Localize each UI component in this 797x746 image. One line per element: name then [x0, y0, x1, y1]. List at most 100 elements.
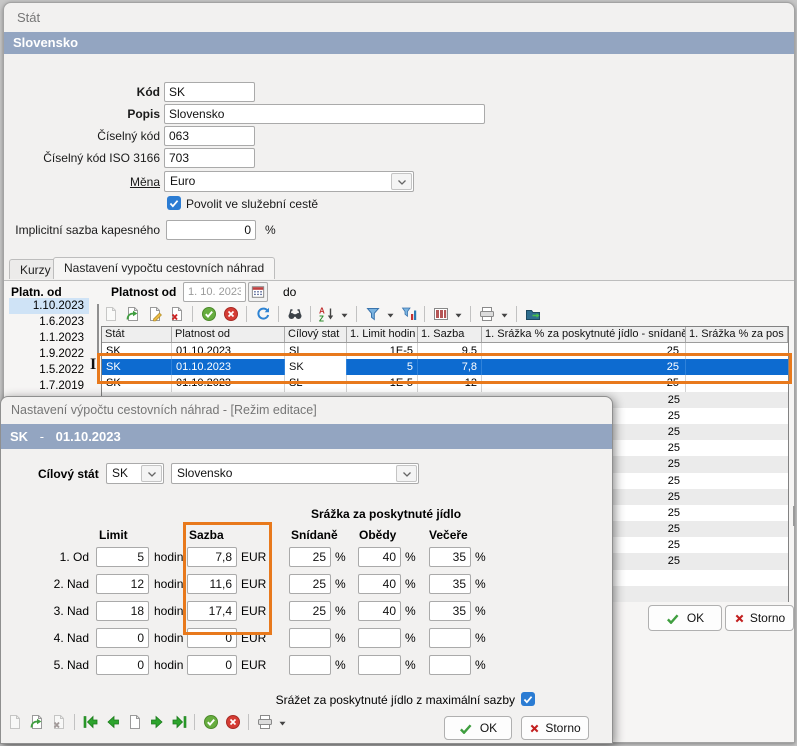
sazba-input[interactable] [187, 574, 237, 594]
search-binoculars-icon[interactable] [285, 305, 304, 323]
deduct-max-rate-checkbox[interactable] [521, 692, 535, 706]
vecere-input[interactable] [429, 601, 471, 621]
kod-input[interactable] [164, 82, 255, 102]
filter-icon[interactable] [363, 305, 382, 323]
column-header[interactable]: Platnost od [172, 327, 285, 342]
limit-input[interactable] [96, 628, 149, 648]
chevron-down-icon[interactable] [396, 465, 417, 482]
percent-unit: % [335, 577, 346, 591]
first-record-icon[interactable] [81, 713, 100, 731]
date-list-item[interactable]: 1.1.2023 [9, 330, 89, 346]
date-list-item[interactable]: 1.10.2023 [9, 298, 89, 314]
snidane-input[interactable] [289, 655, 331, 675]
confirm-icon[interactable] [199, 305, 218, 323]
limit-input[interactable] [96, 547, 149, 567]
chevron-down-icon[interactable] [391, 173, 412, 190]
povolit-checkbox[interactable] [167, 196, 181, 210]
obedy-input[interactable] [358, 601, 401, 621]
popis-input[interactable] [164, 104, 485, 124]
dialog-storno-button[interactable]: Storno [521, 716, 589, 740]
refresh-icon[interactable] [253, 305, 272, 323]
column-header[interactable]: 1. Sazba [418, 327, 482, 342]
next-record-icon[interactable] [147, 713, 166, 731]
snidane-input[interactable] [289, 547, 331, 567]
vecere-input[interactable] [429, 574, 471, 594]
percent-unit: % [405, 577, 416, 591]
obedy-input[interactable] [358, 628, 401, 648]
chevron-down-icon[interactable] [141, 465, 162, 482]
confirm-icon[interactable] [201, 713, 220, 731]
sazba-input[interactable] [187, 547, 237, 567]
sort-az-icon[interactable] [317, 305, 336, 323]
last-record-icon[interactable] [169, 713, 188, 731]
ciselny-kod-input[interactable] [164, 126, 255, 146]
columns-dropdown-icon[interactable] [453, 305, 464, 323]
sazba-input[interactable] [187, 628, 237, 648]
dialog-ok-label: OK [480, 721, 497, 735]
limit-input[interactable] [96, 601, 149, 621]
snidane-column-label: Snídaně [291, 528, 338, 542]
column-header[interactable]: Stát [102, 327, 172, 342]
print-icon[interactable] [255, 713, 274, 731]
column-header[interactable]: 1. Limit hodin [347, 327, 418, 342]
storno-button[interactable]: Storno [725, 605, 794, 631]
splitter-handle[interactable] [97, 304, 99, 370]
table-row[interactable]: SK01.10.2023 SL1E-5 1225 [102, 375, 788, 391]
print-icon[interactable] [477, 305, 496, 323]
filter-dropdown-icon[interactable] [385, 305, 396, 323]
snidane-input[interactable] [289, 601, 331, 621]
toolbar-separator [516, 306, 517, 322]
copy-record-icon[interactable] [123, 305, 142, 323]
record-list-icon[interactable] [125, 713, 144, 731]
edit-record-icon[interactable] [145, 305, 164, 323]
snidane-input[interactable] [289, 628, 331, 648]
target-state-name-combo[interactable]: Slovensko [171, 463, 419, 484]
new-document-icon[interactable] [5, 713, 24, 731]
tab-nastaveni-nahrad[interactable]: Nastavení vypočtu cestovních náhrad [53, 257, 275, 279]
column-header[interactable]: 1. Srážka % za pos [686, 327, 788, 342]
delete-record-icon[interactable] [49, 713, 68, 731]
platnost-od-input[interactable] [183, 282, 246, 302]
mena-combo[interactable]: Euro [164, 171, 414, 192]
date-list-item[interactable]: 1.6.2023 [9, 314, 89, 330]
cancel-icon[interactable] [223, 713, 242, 731]
ok-button[interactable]: OK [648, 605, 722, 631]
obedy-input[interactable] [358, 547, 401, 567]
sazba-input[interactable] [187, 601, 237, 621]
table-row-selected[interactable]: SK01.10.2023 SK5 7,825 [102, 359, 788, 375]
column-header[interactable]: Cílový stat [285, 327, 347, 342]
date-list-item[interactable]: 1.7.2019 [9, 378, 89, 394]
limit-input[interactable] [96, 655, 149, 675]
date-list-item[interactable]: 1.5.2022 [9, 362, 89, 378]
delete-record-icon[interactable] [167, 305, 186, 323]
previous-record-icon[interactable] [103, 713, 122, 731]
table-row[interactable]: SK01.10.2023 SI1E-5 9,525 [102, 343, 788, 359]
copy-record-icon[interactable] [27, 713, 46, 731]
vecere-input[interactable] [429, 547, 471, 567]
export-icon[interactable] [523, 305, 542, 323]
filter-graph-icon[interactable] [399, 305, 418, 323]
dialog-ok-button[interactable]: OK [444, 716, 512, 740]
calendar-button[interactable] [248, 282, 268, 302]
date-list-item[interactable]: 1.9.2022 [9, 346, 89, 362]
obedy-input[interactable] [358, 655, 401, 675]
toolbar-separator [310, 306, 311, 322]
column-header[interactable]: 1. Srážka % za poskytnuté jídlo - snídan… [482, 327, 686, 342]
vecere-input[interactable] [429, 628, 471, 648]
snidane-input[interactable] [289, 574, 331, 594]
print-dropdown-icon[interactable] [499, 305, 510, 323]
cancel-icon[interactable] [221, 305, 240, 323]
columns-icon[interactable] [431, 305, 450, 323]
obedy-input[interactable] [358, 574, 401, 594]
vecere-input[interactable] [429, 655, 471, 675]
ok-button-label: OK [687, 611, 704, 625]
sort-dropdown-icon[interactable] [339, 305, 350, 323]
kapesne-input[interactable] [166, 220, 256, 240]
limit-input[interactable] [96, 574, 149, 594]
scrollbar-thumb[interactable] [793, 506, 795, 526]
sazba-input[interactable] [187, 655, 237, 675]
print-dropdown-icon[interactable] [277, 713, 288, 731]
iso-input[interactable] [164, 148, 255, 168]
target-state-code-combo[interactable]: SK [106, 463, 164, 484]
new-document-icon[interactable] [101, 305, 120, 323]
